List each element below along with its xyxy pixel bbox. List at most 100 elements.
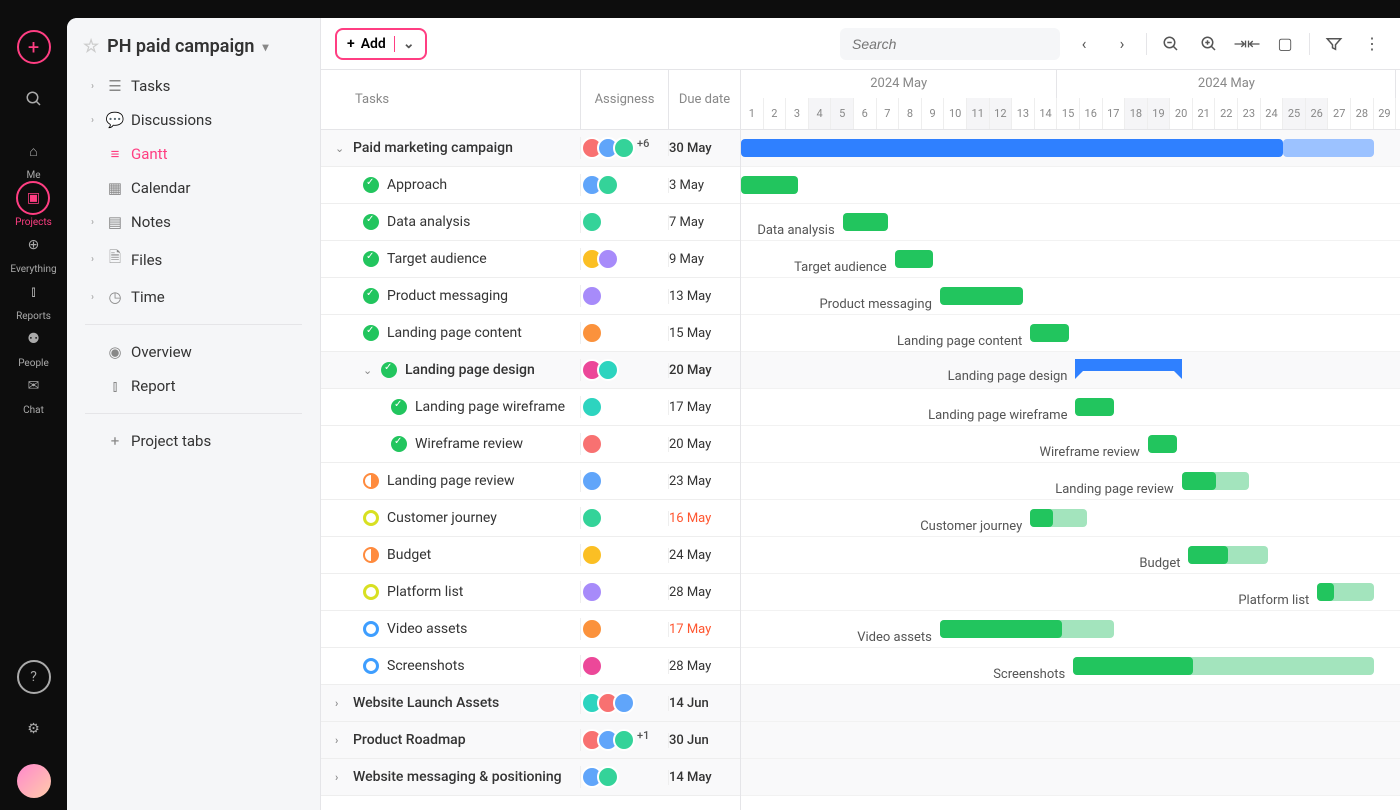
expand-icon[interactable]: ›: [335, 734, 345, 747]
gantt-bar[interactable]: Data analysis: [843, 213, 888, 231]
gantt-bar-progress[interactable]: [1073, 657, 1193, 675]
day-cell[interactable]: 27: [1328, 98, 1351, 129]
avatar[interactable]: [597, 359, 619, 381]
gantt-bar-progress[interactable]: [1317, 583, 1334, 601]
task-row[interactable]: Landing page content 15 May: [321, 315, 740, 352]
rail-people[interactable]: ⚉People: [10, 322, 56, 369]
avatar[interactable]: [581, 322, 603, 344]
avatar[interactable]: [581, 396, 603, 418]
day-cell[interactable]: 25: [1283, 98, 1306, 129]
avatar[interactable]: [581, 618, 603, 640]
rail-help[interactable]: ?: [17, 660, 51, 694]
day-cell[interactable]: 7: [877, 98, 900, 129]
gantt-bracket[interactable]: Landing page design: [1075, 359, 1181, 371]
user-avatar[interactable]: [17, 764, 51, 798]
avatar[interactable]: [613, 137, 635, 159]
day-cell[interactable]: 15: [1057, 98, 1080, 129]
task-row[interactable]: Landing page review 23 May: [321, 463, 740, 500]
expand-icon[interactable]: ⌄: [335, 142, 345, 155]
day-cell[interactable]: 10: [944, 98, 967, 129]
avatar[interactable]: [613, 729, 635, 751]
zoom-in-button[interactable]: [1195, 30, 1223, 58]
task-row[interactable]: Approach 3 May: [321, 167, 740, 204]
rail-reports[interactable]: ⫾Reports: [10, 275, 56, 322]
day-cell[interactable]: 12: [990, 98, 1013, 129]
sidebar-calendar[interactable]: ▦Calendar: [67, 171, 320, 205]
task-row[interactable]: Customer journey 16 May: [321, 500, 740, 537]
status-icon[interactable]: [363, 214, 379, 230]
sidebar-report[interactable]: ⫾Report: [67, 369, 320, 403]
chevron-down-icon[interactable]: ▾: [262, 40, 268, 54]
gantt-bar-progress[interactable]: [1030, 509, 1053, 527]
status-icon[interactable]: [363, 547, 379, 563]
day-cell[interactable]: 23: [1238, 98, 1261, 129]
day-cell[interactable]: 16: [1080, 98, 1103, 129]
sidebar-tasks[interactable]: ›☰Tasks: [67, 69, 320, 103]
avatar-more[interactable]: +6: [637, 137, 649, 159]
gantt-bar-progress[interactable]: [940, 620, 1062, 638]
avatar[interactable]: [613, 692, 635, 714]
task-row[interactable]: Data analysis 7 May: [321, 204, 740, 241]
status-icon[interactable]: [363, 584, 379, 600]
filter-button[interactable]: [1320, 30, 1348, 58]
day-cell[interactable]: 20: [1170, 98, 1193, 129]
avatar[interactable]: [597, 766, 619, 788]
day-cell[interactable]: 2: [764, 98, 787, 129]
day-cell[interactable]: 4: [809, 98, 832, 129]
expand-icon[interactable]: ›: [335, 771, 345, 784]
day-cell[interactable]: 29: [1374, 98, 1397, 129]
sidebar-notes[interactable]: ›▤Notes: [67, 205, 320, 239]
task-row[interactable]: Product messaging 13 May: [321, 278, 740, 315]
zoom-out-button[interactable]: [1157, 30, 1185, 58]
rail-settings[interactable]: ⚙: [17, 712, 51, 746]
gantt-bar[interactable]: Landing page wireframe: [1075, 398, 1113, 416]
gantt-timeline[interactable]: 2024 May2024 May 12345678910111213141516…: [741, 70, 1400, 810]
status-icon[interactable]: [391, 399, 407, 415]
task-row[interactable]: Wireframe review 20 May: [321, 426, 740, 463]
day-cell[interactable]: 1: [741, 98, 764, 129]
avatar[interactable]: [581, 655, 603, 677]
avatar[interactable]: [581, 285, 603, 307]
task-row[interactable]: ›Website Launch Assets 14 Jun: [321, 685, 740, 722]
day-cell[interactable]: 21: [1193, 98, 1216, 129]
sidebar-project-tabs[interactable]: +Project tabs: [67, 424, 320, 458]
day-cell[interactable]: 8: [899, 98, 922, 129]
avatar[interactable]: [597, 174, 619, 196]
gantt-bar[interactable]: Target audience: [895, 250, 933, 268]
search-input[interactable]: [840, 28, 1060, 60]
task-row[interactable]: ⌄Paid marketing campaign +6 30 May: [321, 130, 740, 167]
task-row[interactable]: Landing page wireframe 17 May: [321, 389, 740, 426]
status-icon[interactable]: [391, 436, 407, 452]
today-button[interactable]: ▢: [1271, 30, 1299, 58]
status-icon[interactable]: [363, 251, 379, 267]
gantt-bar[interactable]: Wireframe review: [1148, 435, 1177, 453]
rail-everything[interactable]: ⊕Everything: [10, 228, 56, 275]
avatar[interactable]: [597, 248, 619, 270]
day-cell[interactable]: 11: [967, 98, 990, 129]
day-cell[interactable]: 24: [1261, 98, 1284, 129]
sidebar-discussions[interactable]: ›💬Discussions: [67, 103, 320, 137]
next-button[interactable]: ›: [1108, 30, 1136, 58]
status-icon[interactable]: [363, 325, 379, 341]
status-icon[interactable]: [363, 473, 379, 489]
task-row[interactable]: Budget 24 May: [321, 537, 740, 574]
rail-search[interactable]: [17, 82, 51, 116]
day-cell[interactable]: 26: [1306, 98, 1329, 129]
day-cell[interactable]: 14: [1035, 98, 1058, 129]
task-row[interactable]: ›Website messaging & positioning 14 May: [321, 759, 740, 796]
day-cell[interactable]: 13: [1012, 98, 1035, 129]
day-cell[interactable]: 28: [1351, 98, 1374, 129]
day-cell[interactable]: 22: [1215, 98, 1238, 129]
sidebar-overview[interactable]: ◉Overview: [67, 335, 320, 369]
gantt-bar[interactable]: [741, 176, 798, 194]
avatar[interactable]: [581, 507, 603, 529]
sidebar-gantt[interactable]: ≡Gantt: [67, 137, 320, 171]
expand-icon[interactable]: ›: [335, 697, 345, 710]
gantt-bar[interactable]: Product messaging: [940, 287, 1024, 305]
status-icon[interactable]: [381, 362, 397, 378]
day-cell[interactable]: 18: [1125, 98, 1148, 129]
task-row[interactable]: Target audience 9 May: [321, 241, 740, 278]
task-row[interactable]: Screenshots 28 May: [321, 648, 740, 685]
gantt-bar[interactable]: [741, 139, 1283, 157]
avatar[interactable]: [581, 211, 603, 233]
